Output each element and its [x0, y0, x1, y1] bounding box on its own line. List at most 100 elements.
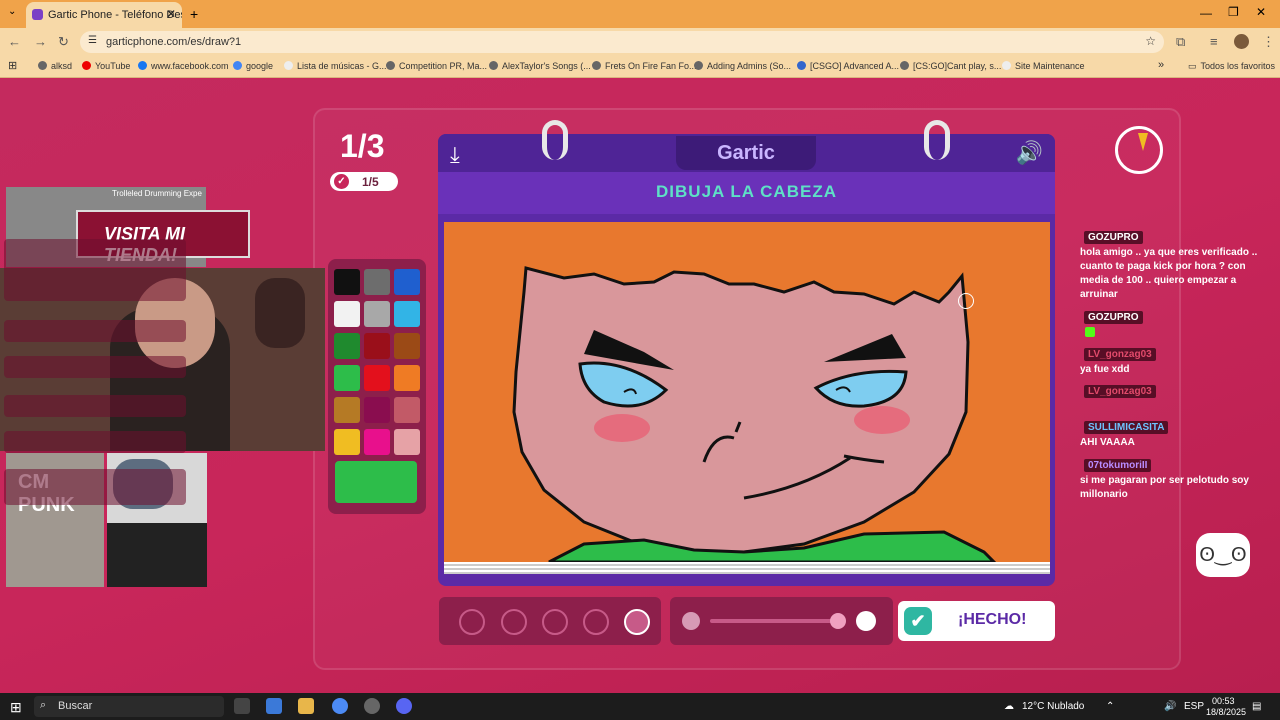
- draw-prompt: DIBUJA LA CABEZA: [438, 172, 1055, 214]
- color-swatch[interactable]: [394, 333, 420, 359]
- drawing-canvas[interactable]: [444, 222, 1050, 562]
- color-swatch[interactable]: [334, 301, 360, 327]
- pen-size-option[interactable]: [501, 609, 527, 635]
- slider-track[interactable]: [710, 619, 840, 623]
- stream-title: Trolleled Drumming Expe: [112, 189, 202, 198]
- clock-date[interactable]: 18/8/2025: [1206, 707, 1246, 717]
- selected-color-preview: [335, 461, 417, 503]
- color-swatch[interactable]: [334, 269, 360, 295]
- address-bar[interactable]: ☰ garticphone.com/es/draw?1 ☆: [80, 31, 1164, 53]
- slider-thumb[interactable]: [830, 613, 846, 629]
- pen-size-selector: [439, 597, 661, 645]
- browser-tab[interactable]: Gartic Phone - Teléfono Descon ✕: [26, 2, 182, 28]
- gartic-logo: Gartic: [676, 136, 816, 170]
- color-swatch[interactable]: [394, 301, 420, 327]
- color-palette: [328, 259, 426, 514]
- chat-text: si me pagaran por ser pelotudo soy millo…: [1080, 475, 1249, 500]
- chat-message: [4, 320, 186, 342]
- restore-icon[interactable]: ❐: [1228, 5, 1239, 19]
- file-explorer-icon[interactable]: [298, 698, 314, 714]
- bookmark-item[interactable]: Lista de músicas - G...: [284, 61, 387, 71]
- speaker-icon[interactable]: 🔊: [1016, 140, 1043, 166]
- color-swatch[interactable]: [364, 365, 390, 391]
- chat-message: [4, 239, 186, 301]
- gartic-favicon-icon: [32, 9, 43, 20]
- pen-size-option[interactable]: [459, 609, 485, 635]
- language-indicator[interactable]: ESP: [1184, 701, 1204, 712]
- new-tab-icon[interactable]: +: [190, 6, 198, 22]
- volume-icon[interactable]: 🔊: [1164, 701, 1176, 712]
- chrome-icon[interactable]: [332, 698, 348, 714]
- close-window-icon[interactable]: ✕: [1256, 5, 1266, 19]
- calculator-icon[interactable]: [266, 698, 282, 714]
- opacity-slider: [670, 597, 893, 645]
- color-swatch[interactable]: [394, 397, 420, 423]
- taskbar-search[interactable]: ⌕ Buscar: [34, 696, 224, 717]
- all-favorites-folder[interactable]: ▭ Todos los favoritos: [1188, 61, 1275, 72]
- chat-text: AHI VAAAA: [1080, 437, 1135, 448]
- bookmark-item[interactable]: [CS:GO]Cant play, s...: [900, 61, 1001, 71]
- color-swatch[interactable]: [394, 429, 420, 455]
- site-info-icon[interactable]: ☰: [88, 35, 97, 46]
- card-header: Gartic ⤓ 🔊 DIBUJA LA CABEZA: [438, 134, 1055, 214]
- browser-menu-icon[interactable]: ⋮: [1262, 34, 1275, 50]
- forward-icon[interactable]: →: [34, 34, 47, 49]
- chat-message: [4, 469, 186, 505]
- color-swatch[interactable]: [394, 269, 420, 295]
- reading-list-icon[interactable]: ≡: [1210, 34, 1218, 49]
- bookmark-item[interactable]: Adding Admins (So...: [694, 61, 791, 71]
- discord-icon[interactable]: [396, 698, 412, 714]
- color-swatch[interactable]: [334, 333, 360, 359]
- color-swatch[interactable]: [364, 269, 390, 295]
- bookmark-item[interactable]: Competition PR, Ma...: [386, 61, 487, 71]
- tab-menu-icon[interactable]: ⌄: [8, 6, 16, 17]
- search-label: Buscar: [58, 700, 93, 712]
- pen-size-option[interactable]: [583, 609, 609, 635]
- done-button[interactable]: ✔ ¡HECHO!: [898, 601, 1055, 641]
- obs-icon[interactable]: [364, 698, 380, 714]
- pen-size-option-selected[interactable]: [624, 609, 650, 635]
- bookmark-star-icon[interactable]: ☆: [1145, 34, 1156, 48]
- card-ring-right: [924, 120, 950, 160]
- download-icon[interactable]: ⤓: [450, 142, 460, 168]
- color-swatch[interactable]: [364, 429, 390, 455]
- bookmark-item[interactable]: AlexTaylor's Songs (...: [489, 61, 591, 71]
- minimize-icon[interactable]: —: [1200, 6, 1212, 20]
- apps-icon[interactable]: ⊞: [8, 59, 17, 72]
- weather-text[interactable]: 12°C Nublado: [1022, 701, 1084, 712]
- drawing: [512, 266, 997, 562]
- chat-username: LV_gonzag03: [1084, 385, 1156, 398]
- windows-start-icon[interactable]: ⊞: [10, 699, 22, 716]
- bookmark-item[interactable]: alksd: [38, 61, 72, 71]
- address-toolbar: ← → ↻ ☰ garticphone.com/es/draw?1 ☆ ⧉ ≡ …: [0, 28, 1280, 56]
- progress-pill: ✓ 1/5: [330, 172, 398, 191]
- pen-size-option[interactable]: [542, 609, 568, 635]
- color-swatch[interactable]: [334, 429, 360, 455]
- game-page: 1/3 ✓ 1/5 Trolleled Drumming Expe VISITA…: [0, 79, 1280, 693]
- task-view-icon[interactable]: [234, 698, 250, 714]
- bookmark-item[interactable]: Site Maintenance: [1002, 61, 1085, 71]
- reload-icon[interactable]: ↻: [58, 34, 69, 50]
- notifications-icon[interactable]: ▤: [1252, 701, 1261, 712]
- color-swatch[interactable]: [394, 365, 420, 391]
- bookmark-item[interactable]: www.facebook.com: [138, 61, 229, 71]
- clock-time[interactable]: 00:53: [1212, 696, 1235, 706]
- bookmark-item[interactable]: Frets On Fire Fan Fo...: [592, 61, 697, 71]
- opacity-min-icon: [682, 612, 700, 630]
- more-bookmarks-icon[interactable]: »: [1158, 59, 1164, 71]
- color-swatch[interactable]: [364, 333, 390, 359]
- tray-overflow-icon[interactable]: ⌃: [1106, 701, 1114, 712]
- extensions-icon[interactable]: ⧉: [1176, 34, 1185, 50]
- close-tab-icon[interactable]: ✕: [166, 7, 176, 21]
- bookmark-item[interactable]: YouTube: [82, 61, 130, 71]
- color-swatch[interactable]: [334, 397, 360, 423]
- color-swatch[interactable]: [364, 301, 390, 327]
- color-swatch[interactable]: [334, 365, 360, 391]
- bookmark-item[interactable]: google: [233, 61, 273, 71]
- chat-text: hola amigo .. ya que eres verificado .. …: [1080, 247, 1258, 300]
- back-icon[interactable]: ←: [8, 34, 21, 49]
- mascot-icon: ʘ‿ʘ: [1196, 533, 1250, 577]
- bookmark-item[interactable]: [CSGO] Advanced A...: [797, 61, 899, 71]
- color-swatch[interactable]: [364, 397, 390, 423]
- profile-avatar[interactable]: [1234, 34, 1249, 49]
